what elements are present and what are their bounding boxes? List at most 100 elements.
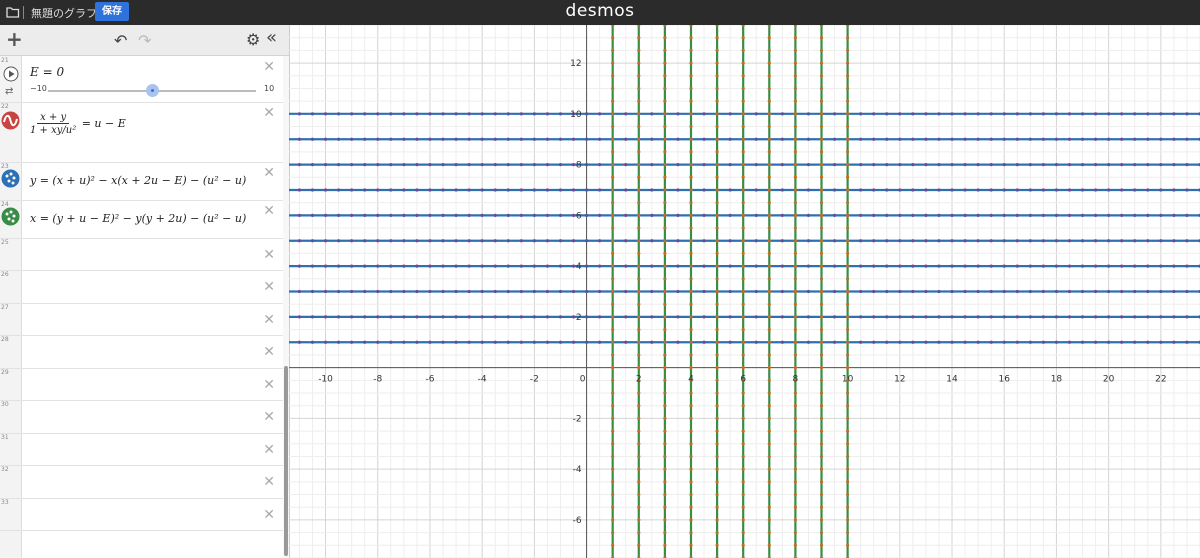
slider-min[interactable]: −10 — [30, 84, 47, 93]
solution-point — [728, 162, 732, 167]
solution-point — [885, 213, 889, 217]
slider-handle[interactable] — [146, 84, 159, 97]
solution-point — [389, 213, 393, 217]
solution-point — [819, 162, 824, 167]
collapse-panel-button[interactable]: « — [266, 29, 277, 47]
implicit-curve-icon[interactable] — [1, 111, 20, 130]
delete-expression-icon[interactable]: ✕ — [263, 409, 275, 425]
solution-point — [689, 251, 693, 256]
solution-point — [819, 36, 824, 40]
graph-paper[interactable]: -10 -8 -6 -4 -2 0 2 4 6 8 10 12 14 16 18 20 22 12 10 8 6 4 2 -2… — [289, 25, 1200, 558]
solution-point — [519, 162, 523, 167]
add-expression-button[interactable]: + — [6, 29, 23, 49]
expression-text[interactable]: x = (y + u − E)² − y(y + 2u) − (u² − u) — [30, 212, 246, 225]
expression-row-slider[interactable]: 21 ⇄ E = 0 −10 10 ✕ — [0, 56, 283, 103]
solution-point — [793, 99, 798, 103]
solution-point — [663, 226, 667, 230]
solution-point — [846, 162, 850, 167]
solution-point — [415, 239, 419, 243]
expression-row-points-green[interactable]: 24 x = (y + u − E)² − y(y + 2u) − (u² − … — [0, 200, 283, 239]
delete-expression-icon[interactable]: ✕ — [263, 279, 275, 295]
solution-point — [1185, 188, 1189, 192]
expression-row-empty[interactable]: 31 ✕ — [0, 433, 283, 466]
redo-button[interactable]: ↷ — [138, 33, 151, 49]
points-icon[interactable] — [1, 169, 20, 188]
expression-row-empty[interactable]: 33 ✕ — [0, 498, 283, 531]
solution-point — [441, 289, 445, 294]
solution-point — [1028, 188, 1032, 192]
solution-point — [676, 264, 680, 268]
delete-expression-icon[interactable]: ✕ — [263, 312, 275, 328]
solution-point — [741, 251, 745, 256]
solution-point — [741, 467, 745, 471]
x-tick-label: 14 — [946, 375, 958, 385]
slider-max[interactable]: 10 — [264, 84, 274, 93]
solution-point — [689, 112, 693, 116]
scrollbar-thumb[interactable] — [284, 366, 288, 556]
solution-point — [689, 543, 693, 547]
x-tick-label: 18 — [1051, 375, 1063, 385]
delete-expression-icon[interactable]: ✕ — [263, 105, 275, 121]
solution-point — [1159, 162, 1163, 167]
solution-point — [1159, 340, 1163, 344]
solution-point — [297, 137, 302, 141]
solution-point — [402, 239, 406, 243]
solution-point — [1041, 188, 1045, 192]
expression-row-empty[interactable]: 28 ✕ — [0, 335, 283, 369]
delete-expression-icon[interactable]: ✕ — [263, 203, 275, 219]
solution-point — [819, 213, 824, 217]
solution-point — [611, 378, 615, 382]
solution-point — [819, 492, 824, 497]
solution-point — [663, 429, 667, 433]
expression-row-empty[interactable]: 26 ✕ — [0, 270, 283, 304]
solution-point — [389, 162, 393, 167]
play-icon[interactable] — [3, 66, 19, 82]
solution-point — [310, 188, 315, 192]
expression-row-empty[interactable]: 27 ✕ — [0, 303, 283, 336]
solution-point — [859, 213, 863, 217]
expression-row-empty[interactable]: 32 ✕ — [0, 465, 283, 499]
undo-button[interactable]: ↶ — [114, 33, 127, 49]
delete-expression-icon[interactable]: ✕ — [263, 507, 275, 523]
solution-point — [963, 112, 967, 116]
solution-point — [389, 264, 393, 268]
solution-point — [624, 289, 628, 294]
delete-expression-icon[interactable]: ✕ — [263, 247, 275, 263]
settings-gear-icon[interactable]: ⚙ — [246, 32, 260, 48]
solution-point — [689, 162, 693, 167]
slider-options-icon[interactable]: ⇄ — [5, 86, 13, 97]
solution-point — [415, 112, 419, 116]
expression-row-implicit[interactable]: 22 x + y1 + xy/u² = u − E ✕ — [0, 102, 283, 163]
delete-expression-icon[interactable]: ✕ — [263, 442, 275, 458]
solution-point — [819, 353, 824, 357]
delete-expression-icon[interactable]: ✕ — [263, 59, 275, 75]
delete-expression-icon[interactable]: ✕ — [263, 377, 275, 393]
solution-point — [389, 239, 393, 243]
delete-expression-icon[interactable]: ✕ — [263, 165, 275, 181]
expression-text[interactable]: E = 0 — [30, 65, 64, 79]
solution-point — [571, 264, 576, 268]
delete-expression-icon[interactable]: ✕ — [263, 474, 275, 490]
solution-point — [715, 366, 719, 370]
solution-point — [1159, 137, 1163, 141]
solution-point — [846, 239, 850, 243]
solution-point — [663, 543, 667, 547]
solution-point — [819, 61, 824, 65]
solution-point — [663, 213, 667, 217]
expression-text[interactable]: y = (x + u)² − x(x + 2u − E) − (u² − u) — [30, 174, 246, 187]
solution-point — [389, 315, 393, 319]
solution-point — [793, 226, 798, 230]
solution-point — [819, 74, 824, 78]
expression-text[interactable]: x + y1 + xy/u² = u − E — [30, 112, 126, 136]
points-icon[interactable] — [1, 207, 20, 226]
solution-point — [350, 289, 354, 294]
solution-point — [976, 340, 980, 344]
expression-row-empty[interactable]: 30 ✕ — [0, 400, 283, 434]
expression-row-empty[interactable]: 29 ✕ — [0, 368, 283, 401]
expression-row-empty[interactable]: 25 ✕ — [0, 238, 283, 271]
expression-row-points-blue[interactable]: 23 y = (x + u)² − x(x + 2u − E) − (u² − … — [0, 162, 283, 201]
delete-expression-icon[interactable]: ✕ — [263, 344, 275, 360]
solution-point — [767, 277, 771, 281]
solution-point — [1054, 289, 1059, 294]
solution-point — [1080, 112, 1085, 116]
